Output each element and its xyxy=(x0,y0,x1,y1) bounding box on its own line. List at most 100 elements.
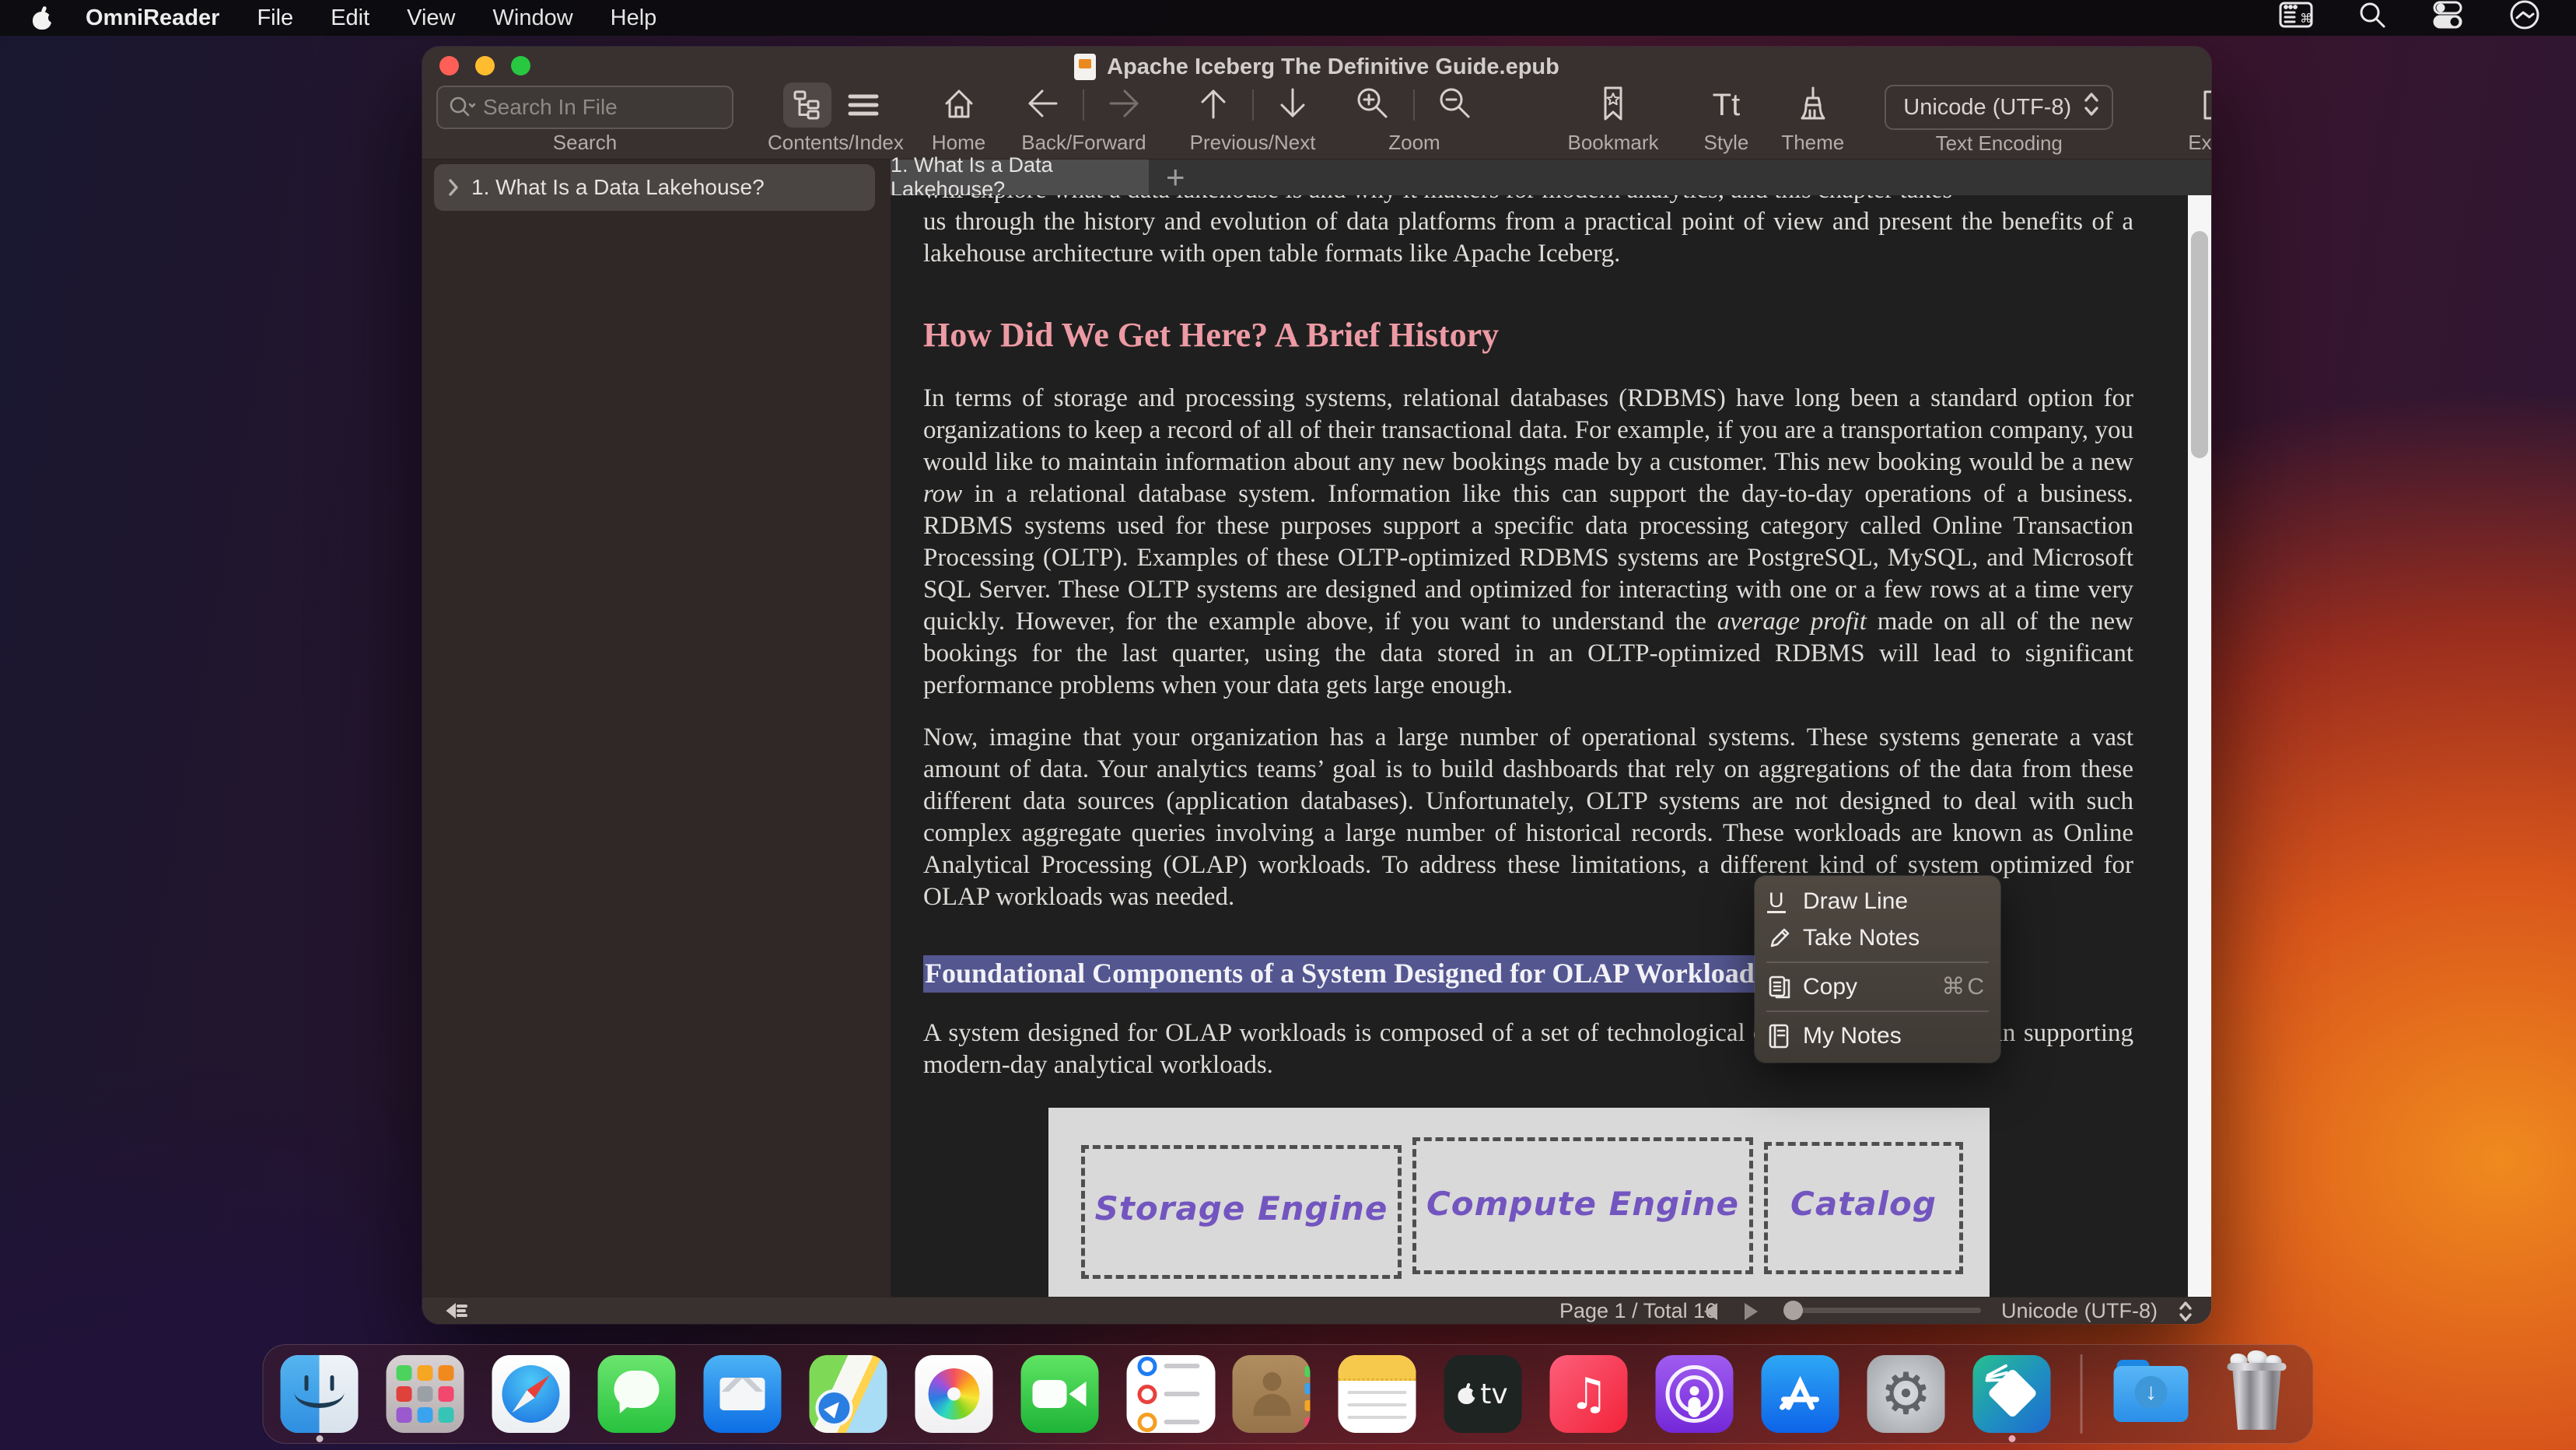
dock-notes-icon[interactable] xyxy=(1338,1355,1416,1433)
collapse-sidebar-icon[interactable] xyxy=(438,1300,469,1324)
dock-app-store-icon[interactable] xyxy=(1761,1355,1839,1433)
omnireader-running-indicator xyxy=(2008,1435,2016,1442)
dock-safari-icon[interactable] xyxy=(492,1355,570,1433)
desktop: OmniReader File Edit View Window Help ⌘ xyxy=(0,0,2576,1450)
forward-button[interactable] xyxy=(1106,86,1143,124)
page-forward-icon[interactable] xyxy=(1745,1303,1758,1320)
dock-music-icon[interactable]: ♫ xyxy=(1549,1355,1628,1433)
index-button[interactable] xyxy=(839,82,887,128)
dock-launchpad-icon[interactable] xyxy=(386,1355,464,1433)
dock-downloads-icon[interactable]: ↓ xyxy=(2112,1355,2190,1433)
status-encoding: Unicode (UTF-8) xyxy=(2001,1299,2158,1322)
dock-apple-tv-icon[interactable]: tv xyxy=(1444,1355,1522,1433)
page-back-icon[interactable] xyxy=(1704,1303,1717,1320)
page-slider[interactable] xyxy=(1783,1301,1981,1320)
menu-item-my-notes[interactable]: My Notes xyxy=(1755,1017,2000,1054)
encoding-stepper[interactable] xyxy=(2179,1301,2193,1324)
selected-text-highlight: Foundational Components of a System Desi… xyxy=(923,955,1775,993)
sidebar-item-chapter-1[interactable]: 1. What Is a Data Lakehouse? xyxy=(434,164,875,211)
reader-content: will explore what a data lakehouse is an… xyxy=(891,195,2211,1297)
dock-photos-icon[interactable] xyxy=(915,1355,993,1433)
copy-shortcut: ⌘C xyxy=(1941,974,1986,1000)
title-bar: Apache Iceberg The Definitive Guide.epub xyxy=(422,47,2211,81)
theme-button[interactable] xyxy=(1795,84,1831,127)
style-label: Style xyxy=(1703,131,1749,154)
search-input[interactable]: Search In File xyxy=(436,86,733,129)
menu-file[interactable]: File xyxy=(257,5,293,31)
menu-edit[interactable]: Edit xyxy=(331,5,369,31)
text-encoding-value: Unicode (UTF-8) xyxy=(1903,94,2072,120)
dock-finder-icon[interactable] xyxy=(280,1355,359,1433)
search-label: Search xyxy=(552,131,618,154)
chevron-right-icon xyxy=(449,179,458,196)
text-encoding-label: Text Encoding xyxy=(1935,131,2063,155)
paragraph-rdbms: In terms of storage and processing syste… xyxy=(923,384,2134,699)
menu-view[interactable]: View xyxy=(407,5,455,31)
dock-podcasts-icon[interactable] xyxy=(1655,1355,1734,1433)
theme-label: Theme xyxy=(1781,131,1845,154)
menu-item-take-notes[interactable]: Take Notes xyxy=(1755,919,2000,956)
back-forward-label: Back/Forward xyxy=(1021,131,1146,154)
diagram-box-catalog: Catalog xyxy=(1764,1142,1963,1274)
apple-menu-icon[interactable] xyxy=(33,5,58,30)
architecture-diagram-image: Storage Engine Compute Engine Catalog Ta… xyxy=(1048,1108,1990,1297)
menu-window[interactable]: Window xyxy=(493,5,573,31)
control-center-icon[interactable] xyxy=(2431,1,2464,35)
menu-help[interactable]: Help xyxy=(611,5,657,31)
zoom-in-button[interactable] xyxy=(1354,85,1391,126)
next-page-button[interactable] xyxy=(1276,85,1310,126)
pencil-icon xyxy=(1767,926,1803,951)
reader-window: Apache Iceberg The Definitive Guide.epub… xyxy=(422,47,2211,1324)
dock-contacts-icon[interactable] xyxy=(1232,1355,1311,1433)
search-placeholder: Search In File xyxy=(483,95,618,119)
copy-icon xyxy=(1767,974,1803,1000)
tab-bar: 1. What Is a Data Lakehouse? + xyxy=(891,153,2211,201)
dock-trash-icon[interactable] xyxy=(2218,1350,2296,1433)
menu-item-copy[interactable]: Copy ⌘C xyxy=(1755,968,2000,1005)
dock-divider xyxy=(2080,1354,2083,1434)
context-menu: U Draw Line Take Notes Copy ⌘C My Notes xyxy=(1755,876,2000,1063)
search-icon[interactable] xyxy=(2358,1,2386,35)
svg-text:⌘: ⌘ xyxy=(2300,11,2312,26)
text-encoding-select[interactable]: Unicode (UTF-8) xyxy=(1885,85,2114,130)
home-button[interactable] xyxy=(940,84,978,127)
scrollbar-thumb[interactable] xyxy=(2191,231,2208,458)
dock-reminders-icon[interactable] xyxy=(1126,1355,1216,1433)
underline-icon: U xyxy=(1767,888,1803,914)
clipped-text-line: will explore what a data lakehouse is an… xyxy=(923,195,2133,206)
bookmark-button[interactable] xyxy=(1594,84,1632,127)
menu-item-draw-line[interactable]: U Draw Line xyxy=(1755,883,2000,919)
export-button[interactable] xyxy=(2198,84,2211,127)
sidebar-item-label: 1. What Is a Data Lakehouse? xyxy=(471,175,765,199)
dock-omnireader-icon[interactable] xyxy=(1972,1355,2051,1433)
diagram-box-storage-engine: Storage Engine xyxy=(1081,1145,1402,1279)
finder-running-indicator xyxy=(316,1435,324,1442)
previous-page-button[interactable] xyxy=(1196,85,1230,126)
contents-button[interactable] xyxy=(783,82,832,128)
dock-messages-icon[interactable] xyxy=(597,1355,676,1433)
dock-facetime-icon[interactable] xyxy=(1020,1355,1099,1433)
page-slider-thumb[interactable] xyxy=(1783,1301,1803,1320)
page-indicator: Page 1 / Total 16 xyxy=(1559,1299,1717,1322)
style-button[interactable]: Tt xyxy=(1713,88,1741,123)
window-command-icon[interactable]: ⌘ xyxy=(2279,2,2313,34)
home-label: Home xyxy=(931,131,986,154)
notebook-icon xyxy=(1767,1023,1803,1049)
dock-maps-icon[interactable] xyxy=(809,1355,887,1433)
dock-system-settings-icon[interactable]: ⚙ xyxy=(1867,1355,1945,1433)
tab-chapter-1[interactable]: 1. What Is a Data Lakehouse? xyxy=(891,153,1149,201)
section-heading-history: How Did We Get Here? A Brief History xyxy=(923,316,1500,354)
sidebar: 1. What Is a Data Lakehouse? xyxy=(422,159,891,1297)
bookmark-label: Bookmark xyxy=(1567,131,1659,154)
zoom-label: Zoom xyxy=(1388,131,1440,154)
export-label: Export xyxy=(2188,131,2211,154)
menu-app-name[interactable]: OmniReader xyxy=(86,5,219,31)
scrollbar[interactable] xyxy=(2188,195,2211,1297)
epub-file-icon xyxy=(1074,54,1097,80)
account-icon[interactable] xyxy=(2509,0,2540,37)
dock-mail-icon[interactable] xyxy=(703,1355,782,1433)
back-button[interactable] xyxy=(1024,86,1061,124)
zoom-out-button[interactable] xyxy=(1437,85,1474,126)
new-tab-button[interactable]: + xyxy=(1166,161,1185,194)
contents-index-label: Contents/Index xyxy=(768,131,904,154)
